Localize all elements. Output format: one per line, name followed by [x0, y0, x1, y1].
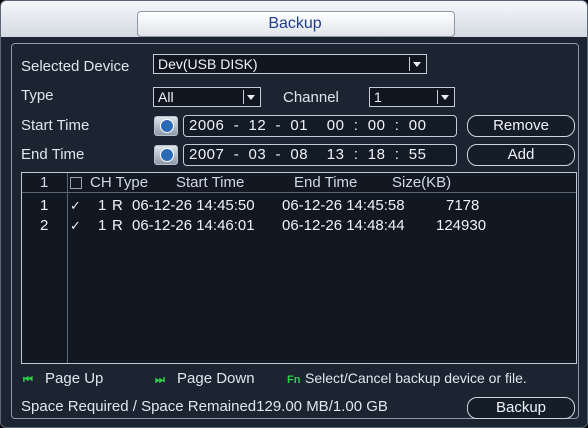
row-channel: 1	[98, 197, 107, 214]
page-up-hint[interactable]: Page Up	[45, 370, 103, 387]
row-end: 06-12-26 14:48:44	[282, 217, 405, 234]
selected-device-value: Dev(USB DISK)	[158, 56, 258, 72]
fn-key-icon: Fn	[287, 374, 301, 386]
backup-file-table: 1 CH Type Start Time End Time Size(KB) 1…	[21, 172, 577, 364]
window-title: Backup	[268, 15, 322, 32]
type-value: All	[158, 89, 174, 105]
calendar-clock-icon[interactable]	[154, 145, 178, 165]
row-index: 2	[40, 217, 49, 234]
header-ch-type: CH Type	[90, 174, 149, 191]
backup-window: Backup Selected Device Dev(USB DISK) Typ…	[0, 0, 588, 428]
chevron-down-icon[interactable]	[409, 57, 424, 71]
page-up-icon: ⏮	[23, 374, 33, 386]
header-size: Size(KB)	[392, 174, 452, 191]
row-size: 124930	[436, 217, 487, 234]
channel-select[interactable]: 1	[369, 87, 455, 107]
row-index: 1	[40, 197, 49, 214]
row-start: 06-12-26 14:45:50	[132, 197, 255, 214]
header-index: 1	[40, 174, 49, 191]
end-time-label: End Time	[21, 146, 85, 163]
table-column-divider	[67, 173, 68, 363]
row-type: R	[112, 197, 123, 214]
row-end: 06-12-26 14:45:58	[282, 197, 405, 214]
select-all-checkbox[interactable]	[70, 177, 82, 189]
chevron-down-icon[interactable]	[243, 90, 258, 104]
row-size: 7178	[446, 197, 480, 214]
selected-device-label: Selected Device	[21, 58, 130, 75]
fn-hint: Select/Cancel backup device or file.	[305, 370, 527, 386]
row-start: 06-12-26 14:46:01	[132, 217, 255, 234]
title-bar: Backup	[1, 1, 587, 37]
type-label: Type	[21, 87, 54, 104]
page-down-hint[interactable]: Page Down	[177, 370, 255, 387]
checkmark-icon[interactable]: ✓	[70, 218, 81, 234]
header-end-time: End Time	[294, 174, 358, 191]
backup-button[interactable]: Backup	[467, 397, 575, 419]
start-time-label: Start Time	[21, 117, 90, 134]
header-start-time: Start Time	[176, 174, 245, 191]
channel-value: 1	[374, 89, 382, 105]
end-time-value: 2007 - 03 - 08 13 : 18 : 55	[189, 146, 427, 163]
remove-button[interactable]: Remove	[467, 115, 575, 137]
page-down-icon: ⏭	[155, 374, 165, 386]
chevron-down-icon[interactable]	[437, 90, 452, 104]
space-info: Space Required / Space Remained129.00 MB…	[21, 398, 388, 415]
calendar-clock-icon[interactable]	[154, 116, 178, 136]
channel-label: Channel	[283, 89, 339, 106]
end-time-input[interactable]: 2007 - 03 - 08 13 : 18 : 55	[183, 144, 457, 166]
start-time-value: 2006 - 12 - 01 00 : 00 : 00	[189, 117, 427, 134]
type-select[interactable]: All	[153, 87, 261, 107]
selected-device-select[interactable]: Dev(USB DISK)	[153, 54, 427, 74]
row-type: R	[112, 217, 123, 234]
add-button[interactable]: Add	[467, 144, 575, 166]
table-header-divider	[22, 192, 576, 193]
row-channel: 1	[98, 217, 107, 234]
start-time-input[interactable]: 2006 - 12 - 01 00 : 00 : 00	[183, 115, 457, 137]
checkmark-icon[interactable]: ✓	[70, 198, 81, 214]
